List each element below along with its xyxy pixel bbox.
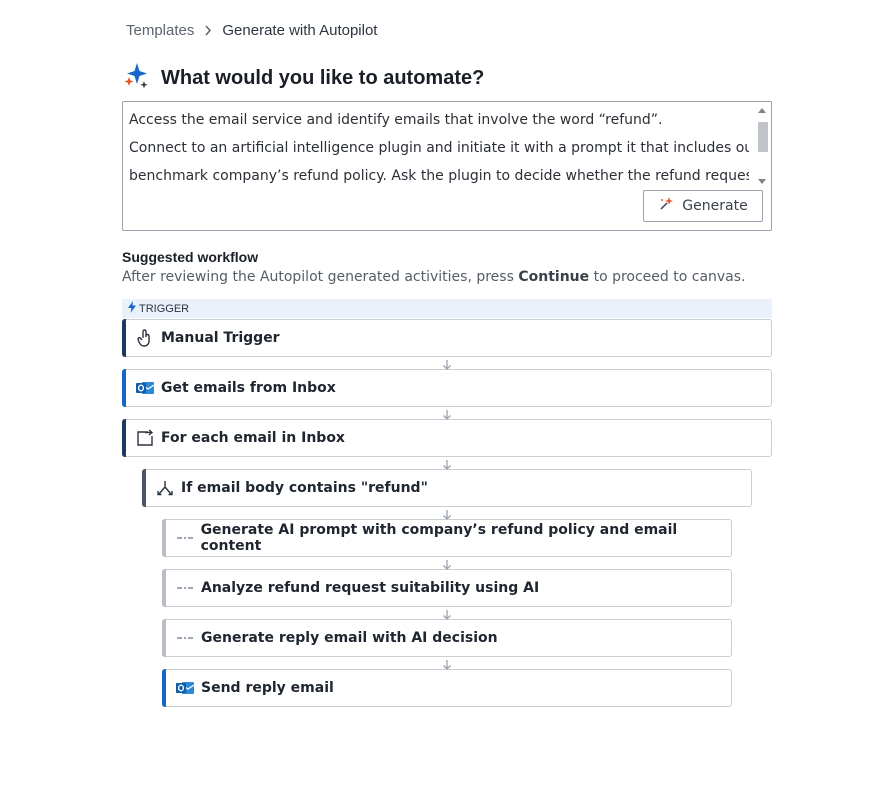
breadcrumb-templates-link[interactable]: Templates [126, 22, 194, 39]
ai-icon [175, 578, 195, 598]
title-row: What would you like to automate? [123, 62, 484, 95]
workflow-step-if-condition[interactable]: If email body contains "refund" [142, 469, 752, 507]
chevron-right-icon [204, 23, 212, 39]
arrow-down-icon [442, 408, 452, 420]
scroll-down-icon[interactable] [758, 179, 766, 184]
prompt-line: benchmark company’s refund policy. Ask t… [129, 168, 749, 184]
branch-icon [155, 478, 175, 498]
arrow-down-icon [442, 358, 452, 370]
trigger-label: TRIGGER [139, 302, 190, 315]
outlook-icon [175, 678, 195, 698]
generate-button[interactable]: Generate [643, 190, 763, 222]
step-label: Generate AI prompt with company’s refund… [200, 522, 678, 554]
step-label: Get emails from Inbox [161, 380, 336, 396]
trigger-header: TRIGGER [122, 299, 772, 318]
workflow-step-manual-trigger[interactable]: Manual Trigger [122, 319, 772, 357]
workflow-step-get-emails[interactable]: Get emails from Inbox [122, 369, 772, 407]
lightning-icon [128, 301, 136, 316]
step-label: For each email in Inbox [161, 430, 345, 446]
workflow-step-for-each[interactable]: For each email in Inbox [122, 419, 772, 457]
page-title: What would you like to automate? [161, 67, 485, 89]
outlook-icon [135, 378, 155, 398]
generate-label: Generate [682, 198, 748, 214]
prompt-scrollbar[interactable] [756, 104, 769, 186]
workflow-step-generate-reply[interactable]: Generate reply email with AI decision [162, 619, 732, 657]
breadcrumb-current: Generate with Autopilot [222, 22, 378, 39]
step-label: Generate reply email with AI decision [201, 630, 498, 646]
workflow-step-analyze-refund[interactable]: Analyze refund request suitability using… [162, 569, 732, 607]
hand-pointer-icon [135, 328, 155, 348]
step-label: Analyze refund request suitability using… [201, 580, 540, 596]
workflow-step-generate-prompt[interactable]: Generate AI prompt with company’s refund… [162, 519, 732, 557]
prompt-line: Connect to an artificial intelligence pl… [129, 140, 749, 156]
scroll-up-icon[interactable] [758, 108, 766, 113]
breadcrumb: Templates Generate with Autopilot [126, 22, 377, 39]
step-label: Send reply email [201, 680, 334, 696]
step-label: Manual Trigger [161, 330, 280, 346]
suggested-workflow-subtitle: After reviewing the Autopilot generated … [122, 269, 746, 285]
prompt-textarea[interactable]: Access the email service and identify em… [122, 101, 772, 231]
prompt-text[interactable]: Access the email service and identify em… [129, 106, 749, 188]
ai-icon [175, 528, 195, 548]
ai-icon [175, 628, 195, 648]
suggested-workflow-title: Suggested workflow [122, 249, 259, 265]
arrow-down-icon [442, 658, 452, 670]
scroll-thumb[interactable] [758, 122, 768, 152]
prompt-line: Access the email service and identify em… [129, 112, 663, 128]
arrow-down-icon [442, 508, 452, 520]
arrow-down-icon [442, 558, 452, 570]
continue-word: Continue [518, 269, 590, 285]
generate-sparkle-icon [658, 196, 674, 216]
arrow-down-icon [442, 458, 452, 470]
workflow-step-send-reply[interactable]: Send reply email [162, 669, 732, 707]
loop-icon [135, 428, 155, 448]
sparkles-icon [123, 62, 151, 95]
step-label: If email body contains "refund" [181, 480, 428, 496]
arrow-down-icon [442, 608, 452, 620]
